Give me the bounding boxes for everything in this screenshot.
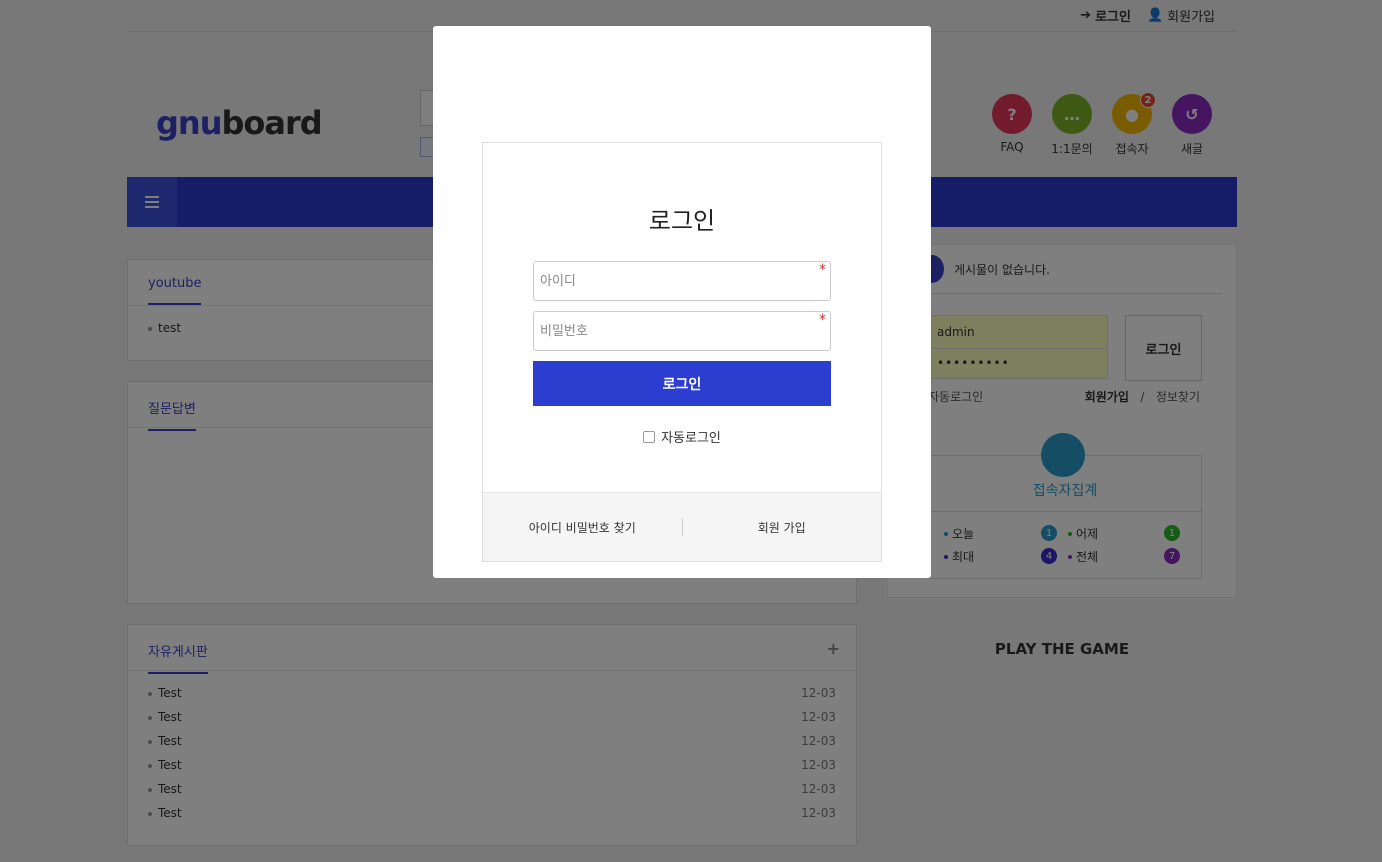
auto-login-checkbox[interactable] [643, 430, 656, 443]
id-field: * [533, 261, 831, 301]
login-submit-button[interactable]: 로그인 [533, 361, 831, 406]
login-footer: 아이디 비밀번호 찾기 회원 가입 [483, 492, 881, 561]
login-modal: 로그인 * * 로그인 자동로그인 아이디 비밀번호 찾기 회원 가입 [433, 26, 931, 578]
password-field: * [533, 311, 831, 351]
auto-login-label[interactable]: 자동로그인 [661, 427, 721, 446]
find-id-password-link[interactable]: 아이디 비밀번호 찾기 [483, 519, 682, 536]
login-form: 로그인 * * 로그인 자동로그인 아이디 비밀번호 찾기 회원 가입 [482, 142, 882, 562]
register-link[interactable]: 회원 가입 [683, 519, 882, 536]
id-input[interactable] [534, 262, 830, 300]
required-mark: * [819, 262, 826, 278]
auto-login: 자동로그인 [483, 427, 881, 446]
login-title: 로그인 [648, 207, 716, 235]
required-mark: * [819, 312, 826, 328]
password-input[interactable] [534, 312, 830, 350]
